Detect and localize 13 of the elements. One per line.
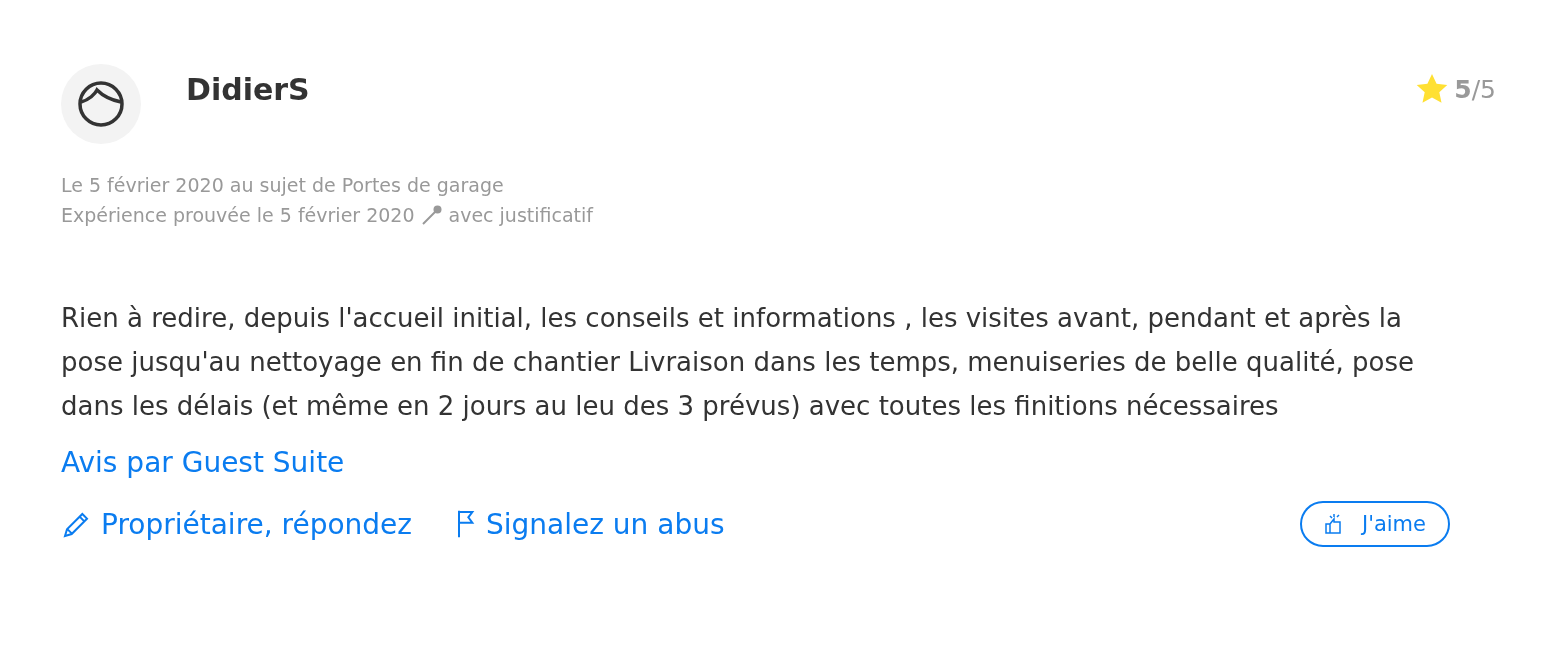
- author-name: DidierS: [186, 72, 311, 107]
- star-icon: [1416, 74, 1449, 104]
- pin-icon: [420, 204, 443, 226]
- verified-date: Expérience prouvée le 5 février 2020: [61, 204, 415, 226]
- proof-label: avec justificatif: [448, 204, 594, 226]
- like-button[interactable]: J'aime: [1299, 501, 1450, 547]
- review-text: Rien à redire, depuis l'accueil initial, les conseils et informations , les visites avant, pendant et après la pose jusqu'au nettoyage en fin de chantier Livraison dans les temps, menuiseries de belle qualité, pose dans les délais (et même en 2 jours au leu des 3 prévus) avec toutes les finitions nécessaires: [61, 302, 1416, 423]
- reply-link[interactable]: Propriétaire, répondez: [61, 507, 413, 541]
- avatar-icon: [61, 64, 141, 144]
- rating-score: 5/5: [1454, 74, 1496, 104]
- review-date: Le 5 février 2020 au sujet de Portes de garage: [61, 174, 505, 196]
- report-link[interactable]: Signalez un abus: [456, 507, 725, 541]
- source-link[interactable]: Avis par Guest Suite: [61, 446, 345, 479]
